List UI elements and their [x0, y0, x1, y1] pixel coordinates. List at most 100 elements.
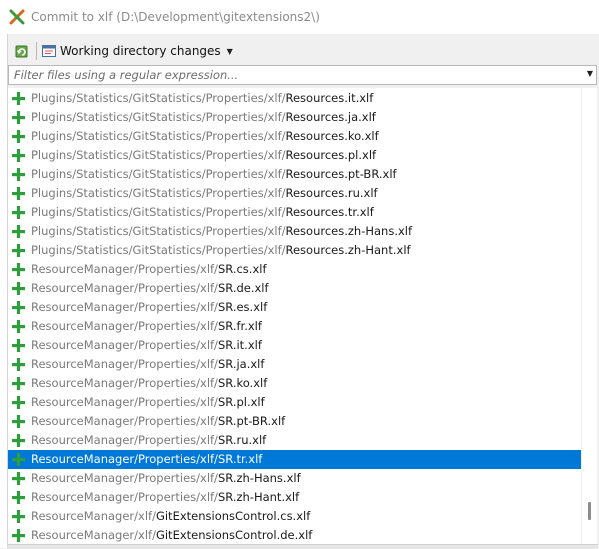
- file-row[interactable]: ResourceManager/Properties/xlf/SR.de.xlf: [8, 279, 581, 298]
- file-directory: Plugins/Statistics/GitStatistics/Propert…: [31, 91, 286, 105]
- file-directory: ResourceManager/Properties/xlf/: [31, 300, 218, 314]
- file-name: Resources.pl.xlf: [285, 148, 377, 162]
- git-extensions-logo-icon: [9, 9, 25, 25]
- added-status-icon: [12, 358, 25, 371]
- file-row[interactable]: Plugins/Statistics/GitStatistics/Propert…: [8, 108, 581, 127]
- file-path: ResourceManager/xlf/GitExtensionsControl…: [31, 528, 312, 542]
- file-name: Resources.it.xlf: [285, 91, 374, 105]
- file-row[interactable]: Plugins/Statistics/GitStatistics/Propert…: [8, 203, 581, 222]
- added-status-icon: [12, 263, 25, 276]
- file-row[interactable]: Plugins/Statistics/GitStatistics/Propert…: [8, 184, 581, 203]
- file-directory: Plugins/Statistics/GitStatistics/Propert…: [31, 129, 286, 143]
- file-row[interactable]: Plugins/Statistics/GitStatistics/Propert…: [8, 127, 581, 146]
- file-row[interactable]: ResourceManager/Properties/xlf/SR.pl.xlf: [8, 393, 581, 412]
- file-path: ResourceManager/Properties/xlf/SR.de.xlf: [31, 281, 269, 295]
- file-status-list[interactable]: Plugins/Statistics/GitStatistics/Propert…: [8, 88, 581, 544]
- file-name: GitExtensionsControl.de.xlf: [155, 528, 313, 542]
- file-name: SR.de.xlf: [217, 281, 269, 295]
- file-row[interactable]: ResourceManager/Properties/xlf/SR.cs.xlf: [8, 260, 581, 279]
- file-directory: Plugins/Statistics/GitStatistics/Propert…: [31, 186, 286, 200]
- file-path: ResourceManager/Properties/xlf/SR.ru.xlf: [31, 433, 266, 447]
- file-path: ResourceManager/Properties/xlf/SR.es.xlf: [31, 300, 267, 314]
- file-row[interactable]: ResourceManager/Properties/xlf/SR.it.xlf: [8, 336, 581, 355]
- bottom-panel-edge: [8, 544, 598, 549]
- file-path: Plugins/Statistics/GitStatistics/Propert…: [31, 148, 376, 162]
- left-panel-edge: [0, 34, 8, 548]
- working-directory-changes-dropdown[interactable]: Working directory changes ▼: [40, 41, 233, 61]
- file-name: SR.zh-Hant.xlf: [217, 490, 300, 504]
- added-status-icon: [12, 92, 25, 105]
- refresh-icon: [15, 45, 28, 58]
- added-status-icon: [12, 377, 25, 390]
- added-status-icon: [12, 453, 25, 466]
- file-name: SR.cs.xlf: [217, 262, 267, 276]
- added-status-icon: [12, 320, 25, 333]
- file-row[interactable]: ResourceManager/Properties/xlf/SR.es.xlf: [8, 298, 581, 317]
- file-directory: ResourceManager/Properties/xlf/: [31, 452, 218, 466]
- file-row[interactable]: ResourceManager/Properties/xlf/SR.zh-Han…: [8, 488, 581, 507]
- file-directory: Plugins/Statistics/GitStatistics/Propert…: [31, 148, 286, 162]
- file-directory: ResourceManager/Properties/xlf/: [31, 471, 218, 485]
- file-directory: ResourceManager/xlf/: [31, 509, 156, 523]
- file-row[interactable]: Plugins/Statistics/GitStatistics/Propert…: [8, 222, 581, 241]
- filter-dropdown-arrow-icon[interactable]: ▼: [587, 69, 593, 78]
- file-path: ResourceManager/xlf/GitExtensionsControl…: [31, 509, 310, 523]
- file-row[interactable]: Plugins/Statistics/GitStatistics/Propert…: [8, 89, 581, 108]
- toolbar: Working directory changes ▼: [8, 38, 598, 64]
- file-row[interactable]: ResourceManager/xlf/GitExtensionsControl…: [8, 507, 581, 526]
- file-row[interactable]: Plugins/Statistics/GitStatistics/Propert…: [8, 165, 581, 184]
- added-status-icon: [12, 396, 25, 409]
- added-status-icon: [12, 187, 25, 200]
- added-status-icon: [12, 472, 25, 485]
- file-path: Plugins/Statistics/GitStatistics/Propert…: [31, 186, 378, 200]
- file-filter-input[interactable]: [9, 66, 574, 84]
- file-directory: ResourceManager/Properties/xlf/: [31, 357, 218, 371]
- file-path: Plugins/Statistics/GitStatistics/Propert…: [31, 129, 379, 143]
- working-directory-changes-label: Working directory changes: [60, 44, 221, 58]
- file-row[interactable]: Plugins/Statistics/GitStatistics/Propert…: [8, 241, 581, 260]
- file-directory: ResourceManager/Properties/xlf/: [31, 338, 218, 352]
- file-path: Plugins/Statistics/GitStatistics/Propert…: [31, 167, 397, 181]
- file-row[interactable]: Plugins/Statistics/GitStatistics/Propert…: [8, 146, 581, 165]
- file-name: SR.es.xlf: [217, 300, 268, 314]
- file-row[interactable]: ResourceManager/Properties/xlf/SR.ja.xlf: [8, 355, 581, 374]
- file-path: ResourceManager/Properties/xlf/SR.tr.xlf: [31, 452, 262, 466]
- file-row[interactable]: ResourceManager/Properties/xlf/SR.ko.xlf: [8, 374, 581, 393]
- file-path: Plugins/Statistics/GitStatistics/Propert…: [31, 110, 376, 124]
- file-path: ResourceManager/Properties/xlf/SR.pt-BR.…: [31, 414, 285, 428]
- added-status-icon: [12, 168, 25, 181]
- file-row[interactable]: ResourceManager/Properties/xlf/SR.fr.xlf: [8, 317, 581, 336]
- file-name: Resources.zh-Hans.xlf: [285, 224, 413, 238]
- scrollbar-thumb[interactable]: [588, 502, 591, 520]
- window-title: Commit to xlf (D:\Development\gitextensi…: [31, 10, 320, 24]
- file-directory: ResourceManager/Properties/xlf/: [31, 262, 218, 276]
- added-status-icon: [12, 510, 25, 523]
- file-name: SR.ko.xlf: [217, 376, 268, 390]
- toolbar-separator: [36, 42, 37, 60]
- file-directory: Plugins/Statistics/GitStatistics/Propert…: [31, 167, 286, 181]
- file-filter-combobox[interactable]: ▼: [8, 65, 597, 85]
- file-name: SR.zh-Hans.xlf: [217, 471, 301, 485]
- file-row[interactable]: ResourceManager/Properties/xlf/SR.tr.xlf: [8, 450, 581, 469]
- file-name: SR.pl.xlf: [217, 395, 265, 409]
- file-name: Resources.tr.xlf: [285, 205, 374, 219]
- file-directory: ResourceManager/Properties/xlf/: [31, 490, 218, 504]
- refresh-button[interactable]: [12, 41, 32, 61]
- file-path: ResourceManager/Properties/xlf/SR.zh-Han…: [31, 471, 301, 485]
- file-directory: Plugins/Statistics/GitStatistics/Propert…: [31, 224, 286, 238]
- file-path: ResourceManager/Properties/xlf/SR.it.xlf: [31, 338, 262, 352]
- file-row[interactable]: ResourceManager/Properties/xlf/SR.zh-Han…: [8, 469, 581, 488]
- file-path: ResourceManager/Properties/xlf/SR.fr.xlf: [31, 319, 262, 333]
- file-path: Plugins/Statistics/GitStatistics/Propert…: [31, 224, 412, 238]
- file-row[interactable]: ResourceManager/xlf/GitExtensionsControl…: [8, 526, 581, 544]
- file-row[interactable]: ResourceManager/Properties/xlf/SR.ru.xlf: [8, 431, 581, 450]
- added-status-icon: [12, 434, 25, 447]
- file-directory: ResourceManager/Properties/xlf/: [31, 395, 218, 409]
- file-list-scrollbar[interactable]: [582, 88, 597, 544]
- added-status-icon: [12, 339, 25, 352]
- file-name: Resources.pt-BR.xlf: [285, 167, 397, 181]
- file-row[interactable]: ResourceManager/Properties/xlf/SR.pt-BR.…: [8, 412, 581, 431]
- file-name: GitExtensionsControl.cs.xlf: [155, 509, 311, 523]
- added-status-icon: [12, 244, 25, 257]
- file-name: Resources.ja.xlf: [285, 110, 376, 124]
